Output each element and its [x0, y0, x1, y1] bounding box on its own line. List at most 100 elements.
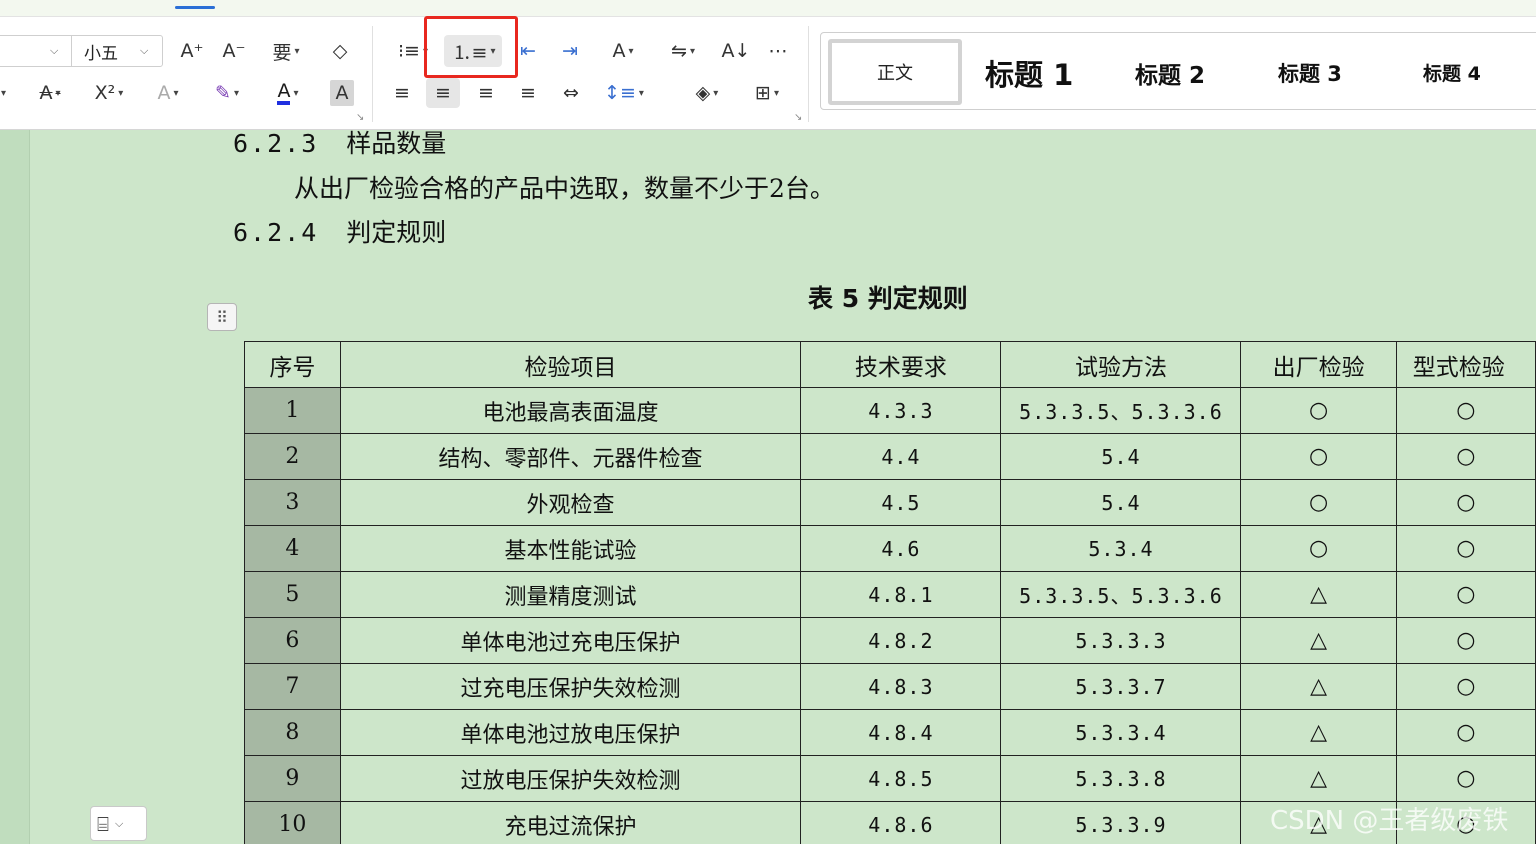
chevron-down-icon[interactable]: ⌵ — [140, 44, 148, 58]
cell-type-inspection[interactable]: ○ — [1395, 663, 1536, 710]
align-right-button[interactable]: ≡ — [472, 78, 500, 108]
cell-test-method[interactable]: 5.4 — [1000, 433, 1242, 480]
cell-test-method[interactable]: 5.3.3.7 — [1000, 663, 1242, 710]
cell-type-inspection[interactable]: ○ — [1395, 755, 1536, 802]
underline-dropdown[interactable]: ▾ — [0, 78, 10, 108]
cell-number[interactable]: 10 — [244, 801, 341, 844]
cell-factory-inspection[interactable]: △ — [1240, 617, 1397, 664]
align-left-button[interactable]: ≡ — [388, 78, 416, 108]
cell-test-method[interactable]: 5.3.4 — [1000, 525, 1242, 572]
chevron-down-icon[interactable]: ⌵ — [50, 44, 58, 58]
decrease-indent-button[interactable]: ⇤ — [514, 36, 542, 66]
cell-item[interactable]: 单体电池过放电压保护 — [339, 709, 802, 756]
align-center-button[interactable]: ≡ — [426, 78, 460, 108]
superscript-button[interactable]: X² ▾ — [86, 78, 132, 108]
cell-item[interactable]: 外观检查 — [339, 479, 802, 526]
style-normal[interactable]: 正文 — [828, 39, 962, 105]
column-header[interactable]: 检验项目 — [339, 341, 802, 388]
cell-factory-inspection[interactable]: △ — [1240, 571, 1397, 618]
justify-button[interactable]: ≡ — [514, 78, 542, 108]
cell-item[interactable]: 结构、零部件、元器件检查 — [339, 433, 802, 480]
style-heading-1[interactable]: 标题 1 — [985, 52, 1073, 94]
line-spacing-button[interactable]: ↕≡ ▾ — [600, 78, 648, 108]
font-size-select[interactable]: 小五 — [71, 35, 163, 67]
cell-test-method[interactable]: 5.3.3.4 — [1000, 709, 1242, 756]
cell-item[interactable]: 测量精度测试 — [339, 571, 802, 618]
column-header[interactable]: 出厂检验 — [1240, 341, 1397, 388]
cell-item[interactable]: 充电过流保护 — [339, 801, 802, 844]
borders-button[interactable]: ⊞ ▾ — [744, 78, 790, 108]
cell-test-method[interactable]: 5.3.3.9 — [1000, 801, 1242, 844]
style-heading-2[interactable]: 标题 2 — [1135, 56, 1205, 90]
cell-test-method[interactable]: 5.3.3.8 — [1000, 755, 1242, 802]
style-heading-3[interactable]: 标题 3 — [1278, 58, 1342, 88]
cell-type-inspection[interactable]: ○ — [1395, 433, 1536, 480]
cell-test-method[interactable]: 5.3.3.5、5.3.3.6 — [1000, 571, 1242, 618]
style-heading-4[interactable]: 标题 4 — [1423, 59, 1481, 86]
strikethrough-button[interactable]: A ▾ — [28, 78, 72, 108]
font-dialog-launcher-icon[interactable]: ↘ — [356, 112, 364, 123]
cell-item[interactable]: 单体电池过充电压保护 — [339, 617, 802, 664]
distribute-button[interactable]: ⇔ — [556, 78, 586, 108]
cell-factory-inspection[interactable]: ○ — [1240, 433, 1397, 480]
cell-requirement[interactable]: 4.8.2 — [800, 617, 1002, 664]
cell-factory-inspection[interactable]: △ — [1240, 709, 1397, 756]
cell-factory-inspection[interactable]: ○ — [1240, 387, 1397, 434]
highlight-color-button[interactable]: ✎ ▾ — [204, 78, 250, 108]
column-header[interactable]: 序号 — [244, 341, 341, 388]
cell-requirement[interactable]: 4.8.6 — [800, 801, 1002, 844]
cell-requirement[interactable]: 4.4 — [800, 433, 1002, 480]
column-header[interactable]: 试验方法 — [1000, 341, 1242, 388]
cell-factory-inspection[interactable]: △ — [1240, 755, 1397, 802]
cell-requirement[interactable]: 4.8.1 — [800, 571, 1002, 618]
cell-type-inspection[interactable]: ○ — [1395, 525, 1536, 572]
cell-test-method[interactable]: 5.3.3.5、5.3.3.6 — [1000, 387, 1242, 434]
cell-number[interactable]: 9 — [244, 755, 341, 802]
cell-requirement[interactable]: 4.8.3 — [800, 663, 1002, 710]
column-header[interactable]: 技术要求 — [800, 341, 1002, 388]
cell-number[interactable]: 6 — [244, 617, 341, 664]
grow-font-button[interactable]: A⁺ — [178, 36, 206, 66]
cell-factory-inspection[interactable]: △ — [1240, 663, 1397, 710]
cell-number[interactable]: 1 — [244, 387, 341, 434]
paragraph-dialog-launcher-icon[interactable]: ↘ — [794, 112, 802, 123]
shrink-font-button[interactable]: A⁻ — [220, 36, 248, 66]
cell-requirement[interactable]: 4.8.4 — [800, 709, 1002, 756]
cell-requirement[interactable]: 4.8.5 — [800, 755, 1002, 802]
text-direction-button[interactable]: ⇋ ▾ — [660, 36, 706, 66]
char-shading-button[interactable]: A — [330, 80, 354, 106]
cell-factory-inspection[interactable]: ○ — [1240, 525, 1397, 572]
sort-button[interactable]: A↓ — [720, 36, 752, 66]
increase-indent-button[interactable]: ⇥ — [556, 36, 584, 66]
font-name-select[interactable] — [0, 35, 72, 67]
cell-test-method[interactable]: 5.4 — [1000, 479, 1242, 526]
phonetic-guide-button[interactable]: 要 ▾ — [262, 36, 310, 66]
cell-type-inspection[interactable]: ○ — [1395, 387, 1536, 434]
show-marks-button[interactable]: ⋯ — [762, 36, 794, 66]
cell-type-inspection[interactable]: ○ — [1395, 709, 1536, 756]
cell-item[interactable]: 过充电压保护失效检测 — [339, 663, 802, 710]
text-effect-button[interactable]: A ▾ — [146, 78, 190, 108]
layout-options-button[interactable]: ⌸ ⌵ — [90, 806, 147, 841]
cell-test-method[interactable]: 5.3.3.3 — [1000, 617, 1242, 664]
cell-requirement[interactable]: 4.5 — [800, 479, 1002, 526]
clear-format-button[interactable]: ◇ — [326, 36, 354, 66]
cell-type-inspection[interactable]: ○ — [1395, 479, 1536, 526]
cell-number[interactable]: 5 — [244, 571, 341, 618]
cell-factory-inspection[interactable]: ○ — [1240, 479, 1397, 526]
cell-item[interactable]: 电池最高表面温度 — [339, 387, 802, 434]
cell-type-inspection[interactable]: ○ — [1395, 617, 1536, 664]
cell-item[interactable]: 基本性能试验 — [339, 525, 802, 572]
font-color-button[interactable]: A ▾ — [266, 78, 310, 108]
column-header[interactable]: 型式检验 — [1395, 341, 1536, 388]
table-move-handle-icon[interactable]: ⠿ — [207, 303, 237, 331]
cell-requirement[interactable]: 4.6 — [800, 525, 1002, 572]
cell-number[interactable]: 8 — [244, 709, 341, 756]
cell-item[interactable]: 过放电压保护失效检测 — [339, 755, 802, 802]
cell-number[interactable]: 7 — [244, 663, 341, 710]
cell-number[interactable]: 3 — [244, 479, 341, 526]
cell-requirement[interactable]: 4.3.3 — [800, 387, 1002, 434]
char-spacing-button[interactable]: A ▾ — [600, 36, 646, 66]
cell-type-inspection[interactable]: ○ — [1395, 571, 1536, 618]
shading-button[interactable]: ◈ ▾ — [684, 78, 730, 108]
